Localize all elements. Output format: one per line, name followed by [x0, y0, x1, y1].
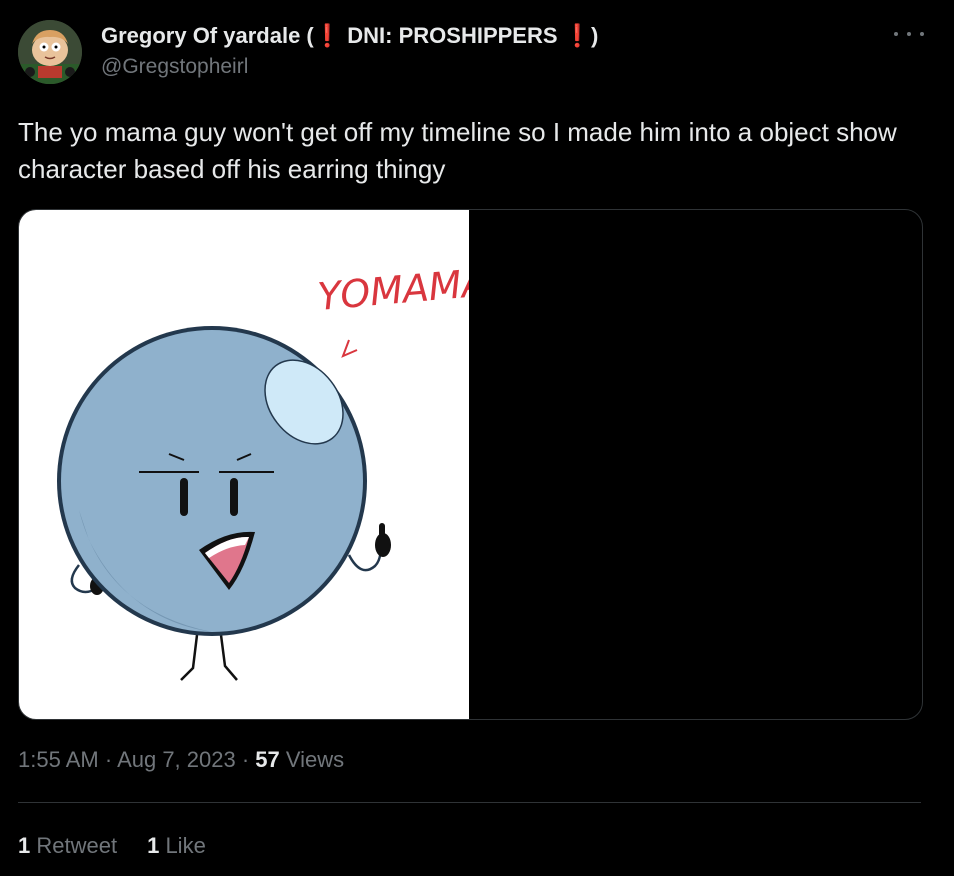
tweet-date[interactable]: Aug 7, 2023: [117, 747, 236, 772]
likes-label: Like: [159, 833, 206, 858]
more-horizontal-icon: [894, 32, 898, 36]
divider: [18, 802, 921, 803]
tweet-media[interactable]: YOMAMA: [18, 209, 923, 720]
author-name-prefix: Gregory Of yardale (: [101, 23, 314, 48]
exclamation-icon: ❗: [563, 23, 592, 48]
author-handle[interactable]: @Gregstopheirl: [101, 53, 598, 81]
author-display-name[interactable]: Gregory Of yardale (❗ DNI: PROSHIPPERS ❗…: [101, 22, 598, 50]
views-count: 57: [255, 747, 280, 772]
author-name-suffix: ): [591, 23, 599, 48]
views-label: Views: [279, 747, 345, 772]
retweets-stat[interactable]: 1 Retweet: [18, 830, 117, 862]
retweets-label: Retweet: [30, 833, 118, 858]
exclamation-icon: ❗: [313, 23, 342, 48]
cartoon-character-avatar-icon: [18, 20, 82, 84]
drawing-illustration: YOMAMA: [57, 260, 489, 681]
tweet: Gregory Of yardale (❗ DNI: PROSHIPPERS ❗…: [0, 0, 954, 876]
tweet-time[interactable]: 1:55 AM: [18, 747, 99, 772]
more-horizontal-icon: [907, 32, 911, 36]
retweets-count: 1: [18, 833, 31, 858]
meta-separator: ·: [235, 747, 256, 772]
tweet-meta: 1:55 AM · Aug 7, 2023 · 57 Views: [18, 744, 344, 776]
caption-arrow-icon: [341, 339, 358, 358]
avatar[interactable]: [18, 20, 82, 84]
likes-count: 1: [147, 833, 160, 858]
likes-stat[interactable]: 1 Like: [147, 830, 206, 862]
tweet-stats: 1 Retweet 1 Like: [18, 830, 206, 862]
left-leg-icon: [180, 634, 199, 681]
author-name-middle: DNI: PROSHIPPERS: [341, 23, 564, 48]
meta-separator: ·: [98, 747, 118, 772]
right-leg-icon: [219, 634, 238, 681]
more-horizontal-icon: [920, 32, 924, 36]
media-image[interactable]: YOMAMA: [19, 210, 489, 719]
right-eye-icon: [230, 478, 238, 516]
more-options-button[interactable]: [894, 24, 924, 44]
author-info: Gregory Of yardale (❗ DNI: PROSHIPPERS ❗…: [101, 22, 598, 81]
drawing-caption: YOMAMA: [316, 260, 469, 319]
tweet-text: The yo mama guy won't get off my timelin…: [18, 117, 897, 184]
left-eye-icon: [180, 478, 188, 516]
